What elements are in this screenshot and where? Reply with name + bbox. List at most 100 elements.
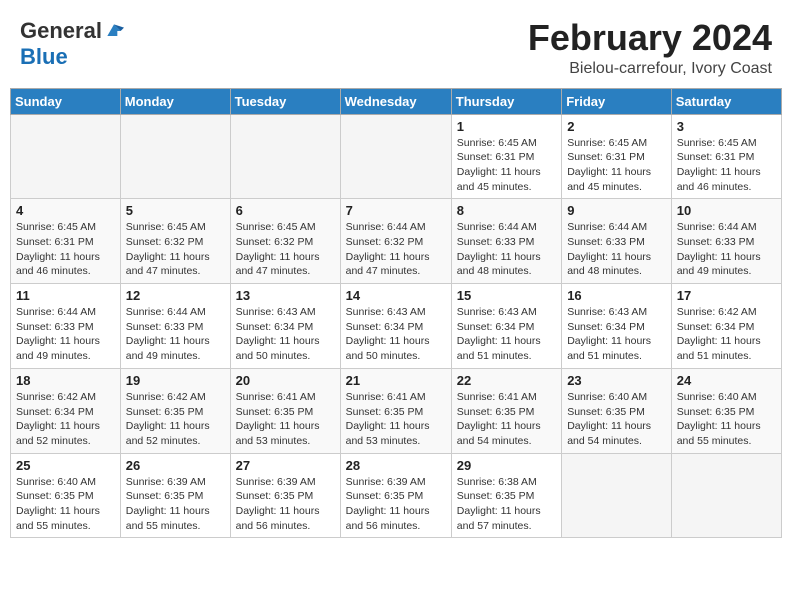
calendar-cell: 5 Sunrise: 6:45 AM Sunset: 6:32 PM Daylig… — [120, 199, 230, 284]
day-number: 17 — [677, 288, 776, 303]
day-number: 24 — [677, 373, 776, 388]
calendar-cell — [340, 114, 451, 199]
calendar-header-row: SundayMondayTuesdayWednesdayThursdayFrid… — [11, 88, 782, 114]
calendar-cell: 27 Sunrise: 6:39 AM Sunset: 6:35 PM Dayli… — [230, 453, 340, 538]
calendar-cell: 16 Sunrise: 6:43 AM Sunset: 6:34 PM Dayli… — [562, 284, 672, 369]
day-info: Sunrise: 6:44 AM Sunset: 6:33 PM Dayligh… — [457, 220, 556, 279]
day-number: 25 — [16, 458, 115, 473]
day-number: 23 — [567, 373, 666, 388]
day-number: 6 — [236, 203, 335, 218]
day-number: 12 — [126, 288, 225, 303]
calendar-weekday-header: Tuesday — [230, 88, 340, 114]
calendar-week-row: 1 Sunrise: 6:45 AM Sunset: 6:31 PM Daylig… — [11, 114, 782, 199]
calendar-cell: 4 Sunrise: 6:45 AM Sunset: 6:31 PM Daylig… — [11, 199, 121, 284]
calendar-weekday-header: Wednesday — [340, 88, 451, 114]
day-info: Sunrise: 6:44 AM Sunset: 6:33 PM Dayligh… — [126, 305, 225, 364]
calendar-cell — [671, 453, 781, 538]
day-info: Sunrise: 6:40 AM Sunset: 6:35 PM Dayligh… — [567, 390, 666, 449]
calendar-weekday-header: Saturday — [671, 88, 781, 114]
day-info: Sunrise: 6:39 AM Sunset: 6:35 PM Dayligh… — [236, 475, 335, 534]
day-number: 9 — [567, 203, 666, 218]
calendar-cell: 22 Sunrise: 6:41 AM Sunset: 6:35 PM Dayli… — [451, 368, 561, 453]
calendar-cell: 14 Sunrise: 6:43 AM Sunset: 6:34 PM Dayli… — [340, 284, 451, 369]
day-number: 10 — [677, 203, 776, 218]
day-info: Sunrise: 6:44 AM Sunset: 6:32 PM Dayligh… — [346, 220, 446, 279]
location: Bielou-carrefour, Ivory Coast — [528, 60, 772, 78]
calendar-cell: 24 Sunrise: 6:40 AM Sunset: 6:35 PM Dayli… — [671, 368, 781, 453]
day-info: Sunrise: 6:39 AM Sunset: 6:35 PM Dayligh… — [346, 475, 446, 534]
day-number: 29 — [457, 458, 556, 473]
calendar-cell: 25Sunrise: 6:40 AM Sunset: 6:35 PM Dayli… — [11, 453, 121, 538]
day-info: Sunrise: 6:42 AM Sunset: 6:35 PM Dayligh… — [126, 390, 225, 449]
calendar-cell: 13Sunrise: 6:43 AM Sunset: 6:34 PM Dayli… — [230, 284, 340, 369]
calendar-cell: 9 Sunrise: 6:44 AM Sunset: 6:33 PM Daylig… — [562, 199, 672, 284]
day-info: Sunrise: 6:45 AM Sunset: 6:31 PM Dayligh… — [567, 136, 666, 195]
calendar-table: SundayMondayTuesdayWednesdayThursdayFrid… — [10, 88, 782, 539]
calendar-cell: 7Sunrise: 6:44 AM Sunset: 6:32 PM Daylig… — [340, 199, 451, 284]
day-info: Sunrise: 6:41 AM Sunset: 6:35 PM Dayligh… — [346, 390, 446, 449]
calendar-week-row: 18 Sunrise: 6:42 AM Sunset: 6:34 PM Dayli… — [11, 368, 782, 453]
calendar-week-row: 4 Sunrise: 6:45 AM Sunset: 6:31 PM Daylig… — [11, 199, 782, 284]
day-number: 22 — [457, 373, 556, 388]
day-info: Sunrise: 6:45 AM Sunset: 6:31 PM Dayligh… — [16, 220, 115, 279]
day-number: 11 — [16, 288, 115, 303]
day-number: 14 — [346, 288, 446, 303]
day-number: 19 — [126, 373, 225, 388]
logo-icon — [104, 21, 124, 41]
calendar-cell: 8Sunrise: 6:44 AM Sunset: 6:33 PM Daylig… — [451, 199, 561, 284]
day-number: 5 — [126, 203, 225, 218]
day-info: Sunrise: 6:40 AM Sunset: 6:35 PM Dayligh… — [677, 390, 776, 449]
day-info: Sunrise: 6:42 AM Sunset: 6:34 PM Dayligh… — [16, 390, 115, 449]
logo: General Blue — [20, 18, 124, 70]
page-header: General Blue February 2024 Bielou-carref… — [10, 10, 782, 82]
day-info: Sunrise: 6:43 AM Sunset: 6:34 PM Dayligh… — [567, 305, 666, 364]
calendar-cell: 3 Sunrise: 6:45 AM Sunset: 6:31 PM Daylig… — [671, 114, 781, 199]
day-number: 1 — [457, 119, 556, 134]
calendar-weekday-header: Sunday — [11, 88, 121, 114]
calendar-weekday-header: Friday — [562, 88, 672, 114]
day-number: 16 — [567, 288, 666, 303]
calendar-cell: 26Sunrise: 6:39 AM Sunset: 6:35 PM Dayli… — [120, 453, 230, 538]
logo-blue-text: Blue — [20, 44, 68, 70]
day-info: Sunrise: 6:43 AM Sunset: 6:34 PM Dayligh… — [346, 305, 446, 364]
day-info: Sunrise: 6:45 AM Sunset: 6:32 PM Dayligh… — [236, 220, 335, 279]
calendar-cell: 1 Sunrise: 6:45 AM Sunset: 6:31 PM Daylig… — [451, 114, 561, 199]
day-number: 15 — [457, 288, 556, 303]
day-info: Sunrise: 6:44 AM Sunset: 6:33 PM Dayligh… — [567, 220, 666, 279]
calendar-cell — [11, 114, 121, 199]
calendar-cell: 20Sunrise: 6:41 AM Sunset: 6:35 PM Dayli… — [230, 368, 340, 453]
day-info: Sunrise: 6:42 AM Sunset: 6:34 PM Dayligh… — [677, 305, 776, 364]
day-info: Sunrise: 6:43 AM Sunset: 6:34 PM Dayligh… — [236, 305, 335, 364]
day-number: 18 — [16, 373, 115, 388]
day-number: 27 — [236, 458, 335, 473]
calendar-week-row: 11 Sunrise: 6:44 AM Sunset: 6:33 PM Dayli… — [11, 284, 782, 369]
day-info: Sunrise: 6:45 AM Sunset: 6:31 PM Dayligh… — [677, 136, 776, 195]
day-number: 3 — [677, 119, 776, 134]
logo-general-text: General — [20, 18, 102, 44]
calendar-cell: 21Sunrise: 6:41 AM Sunset: 6:35 PM Dayli… — [340, 368, 451, 453]
calendar-weekday-header: Monday — [120, 88, 230, 114]
day-info: Sunrise: 6:45 AM Sunset: 6:31 PM Dayligh… — [457, 136, 556, 195]
calendar-cell: 18 Sunrise: 6:42 AM Sunset: 6:34 PM Dayli… — [11, 368, 121, 453]
day-info: Sunrise: 6:45 AM Sunset: 6:32 PM Dayligh… — [126, 220, 225, 279]
calendar-cell: 10 Sunrise: 6:44 AM Sunset: 6:33 PM Dayli… — [671, 199, 781, 284]
day-info: Sunrise: 6:44 AM Sunset: 6:33 PM Dayligh… — [16, 305, 115, 364]
day-info: Sunrise: 6:41 AM Sunset: 6:35 PM Dayligh… — [457, 390, 556, 449]
title-section: February 2024 Bielou-carrefour, Ivory Co… — [528, 18, 772, 78]
calendar-cell: 23 Sunrise: 6:40 AM Sunset: 6:35 PM Dayli… — [562, 368, 672, 453]
calendar-cell: 2 Sunrise: 6:45 AM Sunset: 6:31 PM Daylig… — [562, 114, 672, 199]
calendar-cell: 19 Sunrise: 6:42 AM Sunset: 6:35 PM Dayli… — [120, 368, 230, 453]
day-info: Sunrise: 6:41 AM Sunset: 6:35 PM Dayligh… — [236, 390, 335, 449]
day-number: 26 — [126, 458, 225, 473]
calendar-cell: 29Sunrise: 6:38 AM Sunset: 6:35 PM Dayli… — [451, 453, 561, 538]
calendar-weekday-header: Thursday — [451, 88, 561, 114]
day-number: 28 — [346, 458, 446, 473]
day-info: Sunrise: 6:43 AM Sunset: 6:34 PM Dayligh… — [457, 305, 556, 364]
calendar-cell: 6 Sunrise: 6:45 AM Sunset: 6:32 PM Daylig… — [230, 199, 340, 284]
day-info: Sunrise: 6:44 AM Sunset: 6:33 PM Dayligh… — [677, 220, 776, 279]
calendar-cell: 17 Sunrise: 6:42 AM Sunset: 6:34 PM Dayli… — [671, 284, 781, 369]
calendar-cell: 28 Sunrise: 6:39 AM Sunset: 6:35 PM Dayli… — [340, 453, 451, 538]
day-number: 2 — [567, 119, 666, 134]
day-number: 4 — [16, 203, 115, 218]
calendar-body: 1 Sunrise: 6:45 AM Sunset: 6:31 PM Daylig… — [11, 114, 782, 538]
